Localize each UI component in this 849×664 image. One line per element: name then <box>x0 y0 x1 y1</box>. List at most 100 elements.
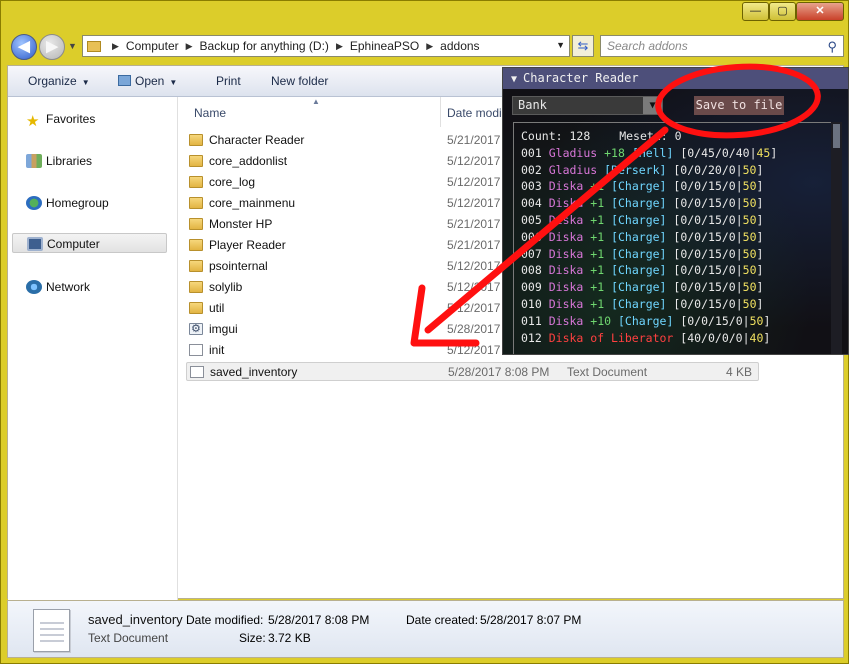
item-stats-end: ] <box>756 263 764 278</box>
item-grind: +1 <box>590 246 605 261</box>
chevron-down-icon[interactable]: ▼ <box>643 97 662 114</box>
item-special: [Charge] <box>618 313 674 328</box>
collapse-triangle-icon[interactable]: ▼ <box>511 74 517 85</box>
character-reader-title-bar[interactable]: ▼ Character Reader <box>503 68 848 89</box>
open-button[interactable]: Open ▼ <box>118 74 177 88</box>
item-stats: [0/0/15/0| <box>673 263 743 278</box>
scrollbar-thumb[interactable] <box>833 124 840 148</box>
forward-button[interactable]: ▶ <box>39 34 65 60</box>
item-stats-end: ] <box>756 179 764 194</box>
maximize-button[interactable]: ▢ <box>769 2 796 21</box>
file-size: 4 KB <box>725 365 752 379</box>
sort-ascending-icon: ▲ <box>312 97 320 106</box>
sidebar-item-favorites[interactable]: ★ Favorites <box>12 109 167 130</box>
item-hit: 50 <box>742 246 757 261</box>
search-icon[interactable]: ⚲ <box>827 37 837 57</box>
file-name: Monster HP <box>209 217 273 231</box>
inventory-scrollbar[interactable] <box>831 122 842 354</box>
item-special: [Charge] <box>611 246 667 261</box>
chevron-right-icon[interactable]: ▶ <box>186 41 193 52</box>
breadcrumb-computer[interactable]: Computer <box>126 39 179 53</box>
inventory-list[interactable]: Count: 128 Meseta: 0 001 Gladius +18 [He… <box>513 122 837 354</box>
organize-button[interactable]: Organize ▼ <box>28 74 90 88</box>
back-button[interactable]: ◀ <box>11 34 37 60</box>
file-type: Text Document <box>567 365 648 379</box>
file-row[interactable]: saved_inventory 5/28/2017 8:08 PM Text Doc… <box>186 362 759 381</box>
inventory-source-select[interactable]: Bank ▼ <box>512 96 663 115</box>
breadcrumb-addons[interactable]: addons <box>440 39 479 53</box>
sidebar-item-homegroup[interactable]: Homegroup <box>12 193 167 213</box>
breadcrumb-drive[interactable]: Backup for anything (D:) <box>200 39 329 53</box>
close-button[interactable]: ✕ <box>796 2 844 21</box>
count-label: Count: <box>521 129 563 143</box>
item-special: [Hell] <box>631 145 674 160</box>
item-grind: +10 <box>590 313 612 328</box>
file-name: core_mainmenu <box>209 196 296 210</box>
item-stats-end: ] <box>756 229 764 244</box>
file-date: 5/21/2017 <box>447 217 501 231</box>
file-name: Character Reader <box>209 133 305 147</box>
refresh-icon: ⇆ <box>577 38 589 53</box>
item-hit: 50 <box>742 162 757 177</box>
chevron-right-icon[interactable]: ▶ <box>336 41 343 52</box>
item-id: 001 <box>521 145 542 160</box>
item-hit: 45 <box>756 145 771 160</box>
column-divider[interactable] <box>440 97 441 127</box>
computer-icon <box>27 237 43 251</box>
open-label: Open <box>135 74 165 88</box>
recent-pages-chevron-icon[interactable]: ▼ <box>68 41 77 51</box>
address-history-chevron-icon[interactable]: ▼ <box>556 40 565 50</box>
item-id: 010 <box>521 296 542 311</box>
chevron-right-icon[interactable]: ▶ <box>112 41 119 52</box>
refresh-button[interactable]: ⇆ <box>572 35 594 57</box>
character-reader-window: ▼ Character Reader Bank ▼ Save to file Co… <box>502 67 849 355</box>
details-size: 3.72 KB <box>268 631 311 645</box>
item-grind: +1 <box>590 179 605 194</box>
sidebar-item-label: Computer <box>47 237 100 251</box>
item-id: 008 <box>521 263 542 278</box>
item-stats: [0/0/15/0| <box>673 212 743 227</box>
inventory-item: 004 Diska +1 [Charge] [0/0/15/0|50] <box>521 195 836 212</box>
inventory-item: 006 Diska +1 [Charge] [0/0/15/0|50] <box>521 229 836 246</box>
item-stats: [0/45/0/40| <box>680 145 757 160</box>
item-id: 009 <box>521 280 542 295</box>
file-date: 5/12/2017 <box>447 301 501 315</box>
new-folder-button[interactable]: New folder <box>271 74 328 88</box>
sidebar-item-libraries[interactable]: Libraries <box>12 151 167 171</box>
minimize-button[interactable]: — <box>742 2 769 21</box>
print-button[interactable]: Print <box>216 74 241 88</box>
folder-icon <box>189 197 203 209</box>
inventory-item: 001 Gladius +18 [Hell] [0/45/0/40|45] <box>521 145 836 162</box>
item-hit: 50 <box>742 280 757 295</box>
file-date: 5/28/2017 8:08 PM <box>448 365 550 379</box>
search-input[interactable]: Search addons ⚲ <box>600 35 844 57</box>
item-stats: [0/0/15/0| <box>673 296 743 311</box>
item-stats-end: ] <box>756 162 764 177</box>
title-bar[interactable]: — ▢ ✕ <box>1 1 848 31</box>
inventory-summary: Count: 128 Meseta: 0 <box>521 128 836 145</box>
column-header-name[interactable]: Name <box>194 103 226 123</box>
item-name: Diska <box>548 229 584 244</box>
item-hit: 50 <box>742 229 757 244</box>
inventory-item: 002 Gladius [Berserk] [0/0/20/0|50] <box>521 162 836 179</box>
address-bar[interactable]: ▶ Computer ▶ Backup for anything (D:) ▶ … <box>82 35 570 57</box>
sidebar-item-network[interactable]: Network <box>12 277 167 297</box>
column-header-date[interactable]: Date modi <box>447 103 502 123</box>
save-to-file-button[interactable]: Save to file <box>694 96 784 115</box>
breadcrumb-ephineapso[interactable]: EphineaPSO <box>350 39 419 53</box>
chevron-right-icon[interactable]: ▶ <box>426 41 433 52</box>
item-stats: [0/0/15/0| <box>680 313 750 328</box>
item-name: Diska <box>548 313 584 328</box>
file-name: init <box>209 343 225 357</box>
open-with-icon <box>118 75 131 86</box>
item-special: [Charge] <box>611 229 667 244</box>
item-grind: +1 <box>590 196 605 211</box>
meseta-label: Meseta: <box>619 129 668 143</box>
sidebar-item-computer[interactable]: Computer <box>12 233 167 253</box>
sidebar-item-label: Homegroup <box>46 196 109 210</box>
search-placeholder: Search addons <box>607 39 688 53</box>
item-grind: +1 <box>590 280 605 295</box>
item-stats: [0/0/20/0| <box>673 162 743 177</box>
item-stats-end: ] <box>756 280 764 295</box>
text-file-icon <box>189 344 203 356</box>
